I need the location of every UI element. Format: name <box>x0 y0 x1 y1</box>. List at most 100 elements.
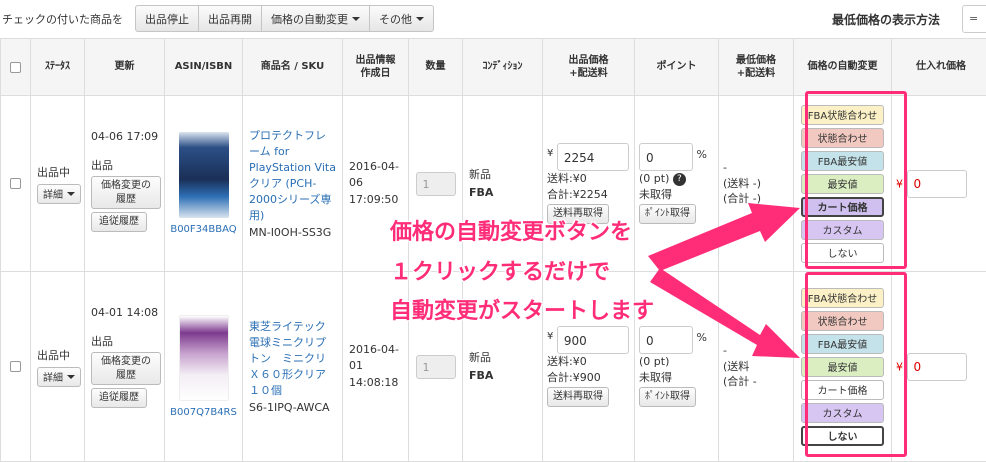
name-cell: プロテクトフレーム for PlayStation Vita クリア (PCH-… <box>243 96 343 272</box>
row-checkbox[interactable] <box>10 178 21 189</box>
name-cell: 東芝ライテック 電球ミニクリプトン ミニクリＸ６０形クリア １０個 S6-1IP… <box>243 272 343 462</box>
other-dropdown[interactable]: その他 <box>369 5 434 32</box>
stop-listing-button[interactable]: 出品停止 <box>135 5 199 32</box>
updated-cell: 04-06 17:09 出品 価格変更の履歴 追従履歴 <box>85 96 165 272</box>
point-status: 未取得 <box>639 188 672 201</box>
percent-symbol: % <box>697 330 707 345</box>
toolbar: チェックの付いた商品を 出品停止 出品再開 価格の自動変更 その他 最低価格の表… <box>0 0 986 38</box>
purchase-price-header[interactable]: 仕入れ価格 <box>892 39 986 96</box>
select-all-checkbox[interactable] <box>10 62 21 73</box>
yen-symbol: ¥ <box>547 330 553 344</box>
created-header[interactable]: 出品情報作成日 <box>343 39 409 96</box>
product-image[interactable] <box>179 315 229 401</box>
fulfillment-text: FBA <box>469 369 493 382</box>
status-cell: 出品中 詳細 <box>31 96 85 272</box>
asin-cell: B00F34BBAQ <box>165 96 243 272</box>
min-price-cell: - (送料 -) (合計 -) <box>719 96 794 272</box>
asin-link[interactable]: B007Q7B4RS <box>170 407 237 418</box>
price-input[interactable]: 900 <box>557 326 629 354</box>
product-name-link[interactable]: プロテクトフレーム for PlayStation Vita クリア (PCH-… <box>249 129 336 222</box>
condition-header[interactable]: ｺﾝﾃﾞｨｼｮﾝ <box>463 39 543 96</box>
price-history-button[interactable]: 価格変更の履歴 <box>91 176 161 209</box>
sku-text: MN-I0OH-SS3G <box>249 226 336 239</box>
total-text: 合計:¥2254 <box>547 188 608 201</box>
row-select-cell <box>1 96 31 272</box>
tracking-history-button[interactable]: 追従履歴 <box>91 212 147 232</box>
updated-type: 出品 <box>91 157 164 173</box>
updated-date: 04-01 14:08 <box>91 306 164 319</box>
purchase-price-input[interactable]: 0 <box>907 170 967 198</box>
caret-down-icon <box>67 375 75 379</box>
point-status: 未取得 <box>639 371 672 384</box>
auto-price-header[interactable]: 価格の自動変更 <box>794 39 892 96</box>
min-price-cell: - (送料 (合計 - <box>719 272 794 462</box>
point-pt-text: (0 pt) <box>639 172 669 185</box>
point-header[interactable]: ポイント <box>635 39 719 96</box>
created-time: 17:09:50 <box>349 193 398 206</box>
price-input[interactable]: 2254 <box>557 143 629 171</box>
point-input[interactable]: 0 <box>639 326 693 354</box>
min-ship-text: (送料 <box>723 360 749 373</box>
sku-text: S6-1IPQ-AWCA <box>249 401 336 414</box>
percent-symbol: % <box>697 147 707 162</box>
tracking-history-button[interactable]: 追従履歴 <box>91 388 147 408</box>
highlight-box-row1 <box>805 91 907 269</box>
yen-symbol: ¥ <box>547 147 553 161</box>
min-total-text: (合計 - <box>723 375 757 388</box>
shipping-text: 送料:¥0 <box>547 355 587 368</box>
checked-items-label: チェックの付いた商品を <box>2 11 123 27</box>
help-icon[interactable]: ? <box>673 173 686 186</box>
name-header[interactable]: 商品名 / SKU <box>243 39 343 96</box>
status-text: 出品中 <box>37 164 84 180</box>
status-text: 出品中 <box>37 347 84 363</box>
created-date: 2016-04-01 <box>349 343 399 373</box>
min-price-method-select[interactable]: = <box>962 5 986 33</box>
fetch-point-button[interactable]: ﾎﾟｲﾝﾄ取得 <box>639 387 696 407</box>
min-price-text: - <box>723 161 727 174</box>
detail-button[interactable]: 詳細 <box>37 184 81 204</box>
asin-link[interactable]: B00F34BBAQ <box>170 224 236 235</box>
updated-type: 出品 <box>91 333 164 349</box>
bulk-action-group: 出品停止 出品再開 価格の自動変更 その他 <box>135 5 434 32</box>
condition-text: 新品 <box>469 351 491 364</box>
fetch-point-button[interactable]: ﾎﾟｲﾝﾄ取得 <box>639 204 696 224</box>
caret-down-icon <box>67 192 75 196</box>
qty-header[interactable]: 数量 <box>409 39 463 96</box>
point-cell: 0 % (0 pt) ? 未取得 ﾎﾟｲﾝﾄ取得 <box>635 96 719 272</box>
refetch-shipping-button[interactable]: 送料再取得 <box>547 387 609 407</box>
updated-date: 04-06 17:09 <box>91 130 164 143</box>
status-header[interactable]: ｽﾃｰﾀｽ <box>31 39 85 96</box>
min-ship-text: (送料 -) <box>723 177 761 190</box>
asin-header[interactable]: ASIN/ISBN <box>165 39 243 96</box>
caret-down-icon <box>416 17 424 21</box>
caret-down-icon <box>352 17 360 21</box>
annotation-line-3: 自動変更がスタートします <box>390 293 654 325</box>
price-history-button[interactable]: 価格変更の履歴 <box>91 352 161 385</box>
row-checkbox[interactable] <box>10 361 21 372</box>
fulfillment-text: FBA <box>469 186 493 199</box>
min-price-header[interactable]: 最低価格+配送料 <box>719 39 794 96</box>
table-header-row: ｽﾃｰﾀｽ 更新 ASIN/ISBN 商品名 / SKU 出品情報作成日 数量 … <box>1 39 986 96</box>
min-total-text: (合計 -) <box>723 192 761 205</box>
annotation-line-2: １クリックするだけで <box>390 254 610 286</box>
created-date: 2016-04-06 <box>349 160 399 190</box>
annotation-line-1: 価格の自動変更ボタンを <box>390 214 632 246</box>
detail-button[interactable]: 詳細 <box>37 367 81 387</box>
purchase-price-input[interactable]: 0 <box>907 353 967 381</box>
row-select-cell <box>1 272 31 462</box>
auto-price-dropdown[interactable]: 価格の自動変更 <box>261 5 370 32</box>
total-text: 合計:¥900 <box>547 371 601 384</box>
updated-header[interactable]: 更新 <box>85 39 165 96</box>
qty-field: 1 <box>416 355 456 379</box>
product-name-link[interactable]: 東芝ライテック 電球ミニクリプトン ミニクリＸ６０形クリア １０個 <box>249 320 337 397</box>
min-price-text: - <box>723 344 727 357</box>
created-time: 14:08:18 <box>349 376 398 389</box>
updated-cell: 04-01 14:08 出品 価格変更の履歴 追従履歴 <box>85 272 165 462</box>
select-all-header <box>1 39 31 96</box>
product-image[interactable] <box>179 132 229 218</box>
point-input[interactable]: 0 <box>639 143 693 171</box>
resume-listing-button[interactable]: 出品再開 <box>198 5 262 32</box>
status-cell: 出品中 詳細 <box>31 272 85 462</box>
price-header[interactable]: 出品価格+配送料 <box>543 39 635 96</box>
asin-cell: B007Q7B4RS <box>165 272 243 462</box>
